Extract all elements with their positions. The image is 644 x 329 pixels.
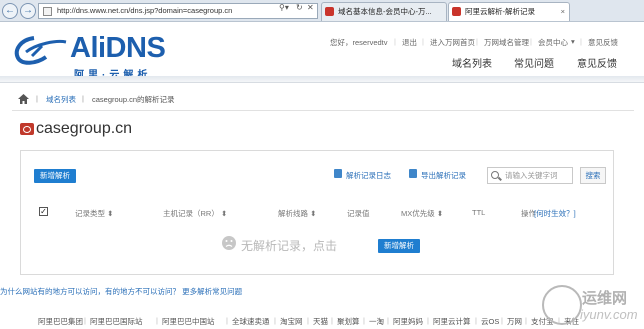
logo-swoosh-icon (14, 36, 67, 65)
sort-icon: ⬍ (220, 209, 228, 218)
tab-label: 阿里云解析-解析记录 (465, 7, 535, 16)
column-header-host[interactable]: 主机记录（RR） ⬍ (163, 208, 227, 219)
nav-faq[interactable]: 常见问题 (514, 55, 554, 70)
column-label: 记录类型 (75, 209, 105, 218)
separator: | (307, 316, 309, 325)
empty-state-text: 无解析记录，点击 (241, 239, 338, 253)
footer-link[interactable]: 天猫 (313, 316, 328, 327)
column-header-type[interactable]: 记录类型 ⬍ (75, 208, 113, 219)
separator: | (501, 316, 503, 325)
separator: | (422, 37, 424, 46)
separator: | (525, 316, 527, 325)
site-favicon-icon (325, 7, 334, 16)
footer-link[interactable]: 阿里云计算 (433, 316, 471, 327)
search-input[interactable]: 请输入关键字词 (487, 167, 573, 184)
footer-link[interactable]: 阿里巴巴中国站 (162, 316, 215, 327)
column-header-value: 记录值 (347, 209, 370, 218)
greeting-text: 您好，reservedtv (330, 38, 388, 47)
empty-add-record-button[interactable]: 新增解析 (378, 239, 420, 253)
sad-face-icon (222, 236, 236, 250)
column-label: 主机记录（RR） (163, 209, 219, 218)
domain-cn-icon (20, 123, 34, 135)
footer-link[interactable]: 全球速卖通 (232, 316, 270, 327)
back-icon[interactable]: ← (2, 3, 18, 19)
address-text: http://dns.www.net.cn/dns.jsp?domain=cas… (57, 6, 233, 15)
refresh-icon[interactable]: ↻ (296, 3, 303, 12)
logo-text: AliDNS (70, 32, 166, 64)
footer-link[interactable]: 淘宝网 (280, 316, 303, 327)
record-log-link[interactable]: 解析记录日志 (346, 170, 391, 181)
breadcrumb-domain-list[interactable]: 域名列表 (46, 94, 76, 105)
select-all-checkbox[interactable]: ✓ (39, 207, 48, 216)
sad-face-glyph-icon (225, 240, 233, 247)
page-title: casegroup.cn (36, 120, 133, 137)
watermark-text: 运维网 (582, 290, 628, 307)
chevron-down-icon: ▾ (571, 37, 575, 46)
divider (12, 110, 634, 111)
footer-link[interactable]: 云OS (481, 316, 499, 327)
address-bar[interactable]: http://dns.www.net.cn/dns.jsp?domain=cas… (38, 3, 318, 19)
sort-icon: ⬍ (310, 209, 317, 218)
footer-link[interactable]: 阿里妈妈 (393, 316, 423, 327)
when-effective-link[interactable]: [何时生效？] (534, 208, 576, 219)
sort-icon: ⬍ (436, 209, 444, 218)
header-divider (0, 76, 644, 83)
separator: | (226, 316, 228, 325)
watermark: 运维网 iyunv.com (542, 283, 642, 327)
search-button[interactable]: 搜索 (580, 167, 606, 184)
separator: | (363, 316, 365, 325)
separator: | (84, 316, 86, 325)
breadcrumb-current: casegroup.cn的解析记录 (92, 95, 175, 104)
footer-link[interactable]: 一淘 (369, 316, 384, 327)
search-icon (491, 171, 499, 179)
separator: | (476, 37, 478, 46)
export-icon (409, 169, 417, 178)
site-favicon-icon (452, 7, 461, 16)
add-record-button[interactable]: 新增解析 (34, 169, 76, 183)
domain-manage-link[interactable]: 万网域名管理 (484, 37, 529, 48)
column-header-line[interactable]: 解析线路 ⬍ (278, 208, 316, 219)
tab-domain-info[interactable]: 域名基本信息-会员中心-万... (321, 2, 447, 21)
separator: | (427, 316, 429, 325)
page-icon (43, 7, 52, 16)
member-center-link[interactable]: 会员中心 (538, 37, 568, 48)
nav-feedback[interactable]: 意见反馈 (577, 55, 617, 70)
watermark-url: iyunv.com (580, 307, 638, 322)
home-icon[interactable] (18, 94, 29, 104)
footer-link[interactable]: 阿里巴巴国际站 (90, 316, 143, 327)
separator: | (530, 37, 532, 46)
nav-domain-list[interactable]: 域名列表 (452, 55, 492, 70)
tab-label: 域名基本信息-会员中心-万... (338, 7, 432, 16)
feedback-top-link[interactable]: 意见反馈 (588, 37, 618, 48)
column-header-mx[interactable]: MX优先级 ⬍ (401, 208, 443, 219)
log-icon (334, 169, 342, 178)
logout-link[interactable]: 退出 (402, 37, 417, 48)
column-label: MX优先级 (401, 209, 435, 218)
wanwang-home-link[interactable]: 进入万网首页 (430, 37, 475, 48)
separator: | (475, 316, 477, 325)
separator: | (387, 316, 389, 325)
footer-link[interactable]: 万网 (507, 316, 522, 327)
export-records-link[interactable]: 导出解析记录 (421, 170, 466, 181)
footer-link[interactable]: 阿里巴巴集团 (38, 316, 83, 327)
separator: | (394, 37, 396, 46)
breadcrumb-separator: | (82, 94, 84, 103)
tab-dns-records[interactable]: 阿里云解析-解析记录 × (448, 2, 570, 21)
footer-link[interactable]: 聚划算 (337, 316, 360, 327)
watermark-logo-icon (542, 285, 582, 325)
stop-icon[interactable]: ✕ (307, 3, 314, 12)
separator: | (156, 316, 158, 325)
sort-icon: ⬍ (107, 209, 114, 218)
faq-help-link[interactable]: 为什么网站有的地方可以访问，有的地方不可以访问？ 更多解析常见问题 (0, 286, 242, 297)
close-icon[interactable]: × (561, 3, 565, 21)
separator: | (580, 37, 582, 46)
column-header-ttl: TTL (472, 208, 486, 217)
forward-icon[interactable]: → (20, 3, 36, 19)
separator: | (331, 316, 333, 325)
breadcrumb-separator: | (36, 94, 38, 103)
separator: | (274, 316, 276, 325)
search-dropdown-icon[interactable]: ⚲▾ (279, 3, 289, 12)
column-label: 解析线路 (278, 209, 308, 218)
